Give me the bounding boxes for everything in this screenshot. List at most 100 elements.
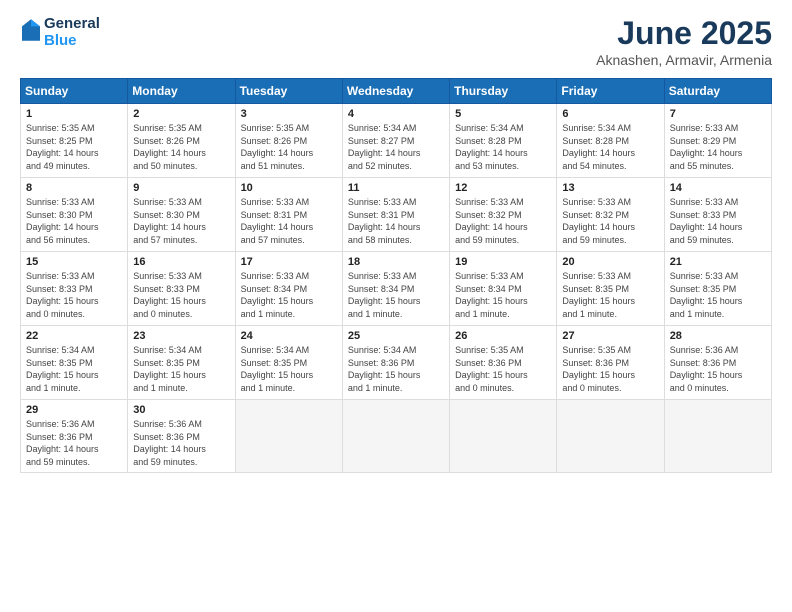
day-cell-8: 8Sunrise: 5:33 AM Sunset: 8:30 PM Daylig… — [21, 178, 128, 252]
day-info: Sunrise: 5:33 AM Sunset: 8:34 PM Dayligh… — [348, 270, 444, 320]
weekday-header-sunday: Sunday — [21, 79, 128, 104]
day-number: 29 — [26, 404, 122, 416]
day-info: Sunrise: 5:33 AM Sunset: 8:30 PM Dayligh… — [26, 196, 122, 246]
day-info: Sunrise: 5:35 AM Sunset: 8:26 PM Dayligh… — [241, 122, 337, 172]
day-number: 16 — [133, 256, 229, 268]
logo: General Blue — [20, 15, 100, 50]
day-cell-23: 23Sunrise: 5:34 AM Sunset: 8:35 PM Dayli… — [128, 326, 235, 400]
logo-icon — [22, 19, 40, 41]
day-number: 17 — [241, 256, 337, 268]
day-cell-27: 27 Sunrise: 5:35 AM Sunset: 8:36 PM Dayli… — [557, 326, 664, 400]
day-info: Sunrise: 5:33 AM Sunset: 8:29 PM Dayligh… — [670, 122, 766, 172]
day-cell-3: 3 Sunrise: 5:35 AM Sunset: 8:26 PM Daylig… — [235, 104, 342, 178]
day-number: 25 — [348, 330, 444, 342]
day-cell-28: 28 Sunrise: 5:36 AM Sunset: 8:36 PM Dayli… — [664, 326, 771, 400]
day-info: Sunrise: 5:33 AM Sunset: 8:31 PM Dayligh… — [348, 196, 444, 246]
month-year: June 2025 — [596, 15, 772, 52]
day-cell-29: 29 Sunrise: 5:36 AM Sunset: 8:36 PM Dayli… — [21, 400, 128, 473]
day-number: 3 — [241, 108, 337, 120]
day-info: Sunrise: 5:34 AM Sunset: 8:28 PM Dayligh… — [562, 122, 658, 172]
day-number: 18 — [348, 256, 444, 268]
day-cell-5: 5Sunrise: 5:34 AM Sunset: 8:28 PM Daylig… — [450, 104, 557, 178]
day-cell-24: 24 Sunrise: 5:34 AM Sunset: 8:35 PM Dayli… — [235, 326, 342, 400]
day-cell-18: 18 Sunrise: 5:33 AM Sunset: 8:34 PM Dayli… — [342, 252, 449, 326]
day-cell-1: 1 Sunrise: 5:35 AM Sunset: 8:25 PM Daylig… — [21, 104, 128, 178]
day-cell-19: 19Sunrise: 5:33 AM Sunset: 8:34 PM Dayli… — [450, 252, 557, 326]
week-row-5: 29 Sunrise: 5:36 AM Sunset: 8:36 PM Dayli… — [21, 400, 772, 473]
day-cell-17: 17 Sunrise: 5:33 AM Sunset: 8:34 PM Dayli… — [235, 252, 342, 326]
day-info: Sunrise: 5:34 AM Sunset: 8:27 PM Dayligh… — [348, 122, 444, 172]
day-cell-7: 7 Sunrise: 5:33 AM Sunset: 8:29 PM Daylig… — [664, 104, 771, 178]
empty-cell — [450, 400, 557, 473]
day-info: Sunrise: 5:33 AM Sunset: 8:34 PM Dayligh… — [241, 270, 337, 320]
day-info: Sunrise: 5:35 AM Sunset: 8:36 PM Dayligh… — [562, 344, 658, 394]
weekday-header-thursday: Thursday — [450, 79, 557, 104]
day-number: 11 — [348, 182, 444, 194]
day-number: 22 — [26, 330, 122, 342]
day-number: 14 — [670, 182, 766, 194]
weekday-header-saturday: Saturday — [664, 79, 771, 104]
day-info: Sunrise: 5:34 AM Sunset: 8:35 PM Dayligh… — [241, 344, 337, 394]
day-cell-4: 4 Sunrise: 5:34 AM Sunset: 8:27 PM Daylig… — [342, 104, 449, 178]
logo-blue: Blue — [44, 32, 100, 49]
day-cell-15: 15 Sunrise: 5:33 AM Sunset: 8:33 PM Dayli… — [21, 252, 128, 326]
day-number: 9 — [133, 182, 229, 194]
day-number: 7 — [670, 108, 766, 120]
location: Aknashen, Armavir, Armenia — [596, 52, 772, 68]
day-number: 2 — [133, 108, 229, 120]
day-info: Sunrise: 5:34 AM Sunset: 8:35 PM Dayligh… — [26, 344, 122, 394]
day-number: 12 — [455, 182, 551, 194]
day-cell-20: 20Sunrise: 5:33 AM Sunset: 8:35 PM Dayli… — [557, 252, 664, 326]
title-block: June 2025 Aknashen, Armavir, Armenia — [596, 15, 772, 68]
page: General Blue June 2025 Aknashen, Armavir… — [0, 0, 792, 612]
day-info: Sunrise: 5:35 AM Sunset: 8:25 PM Dayligh… — [26, 122, 122, 172]
day-info: Sunrise: 5:33 AM Sunset: 8:34 PM Dayligh… — [455, 270, 551, 320]
day-info: Sunrise: 5:35 AM Sunset: 8:26 PM Dayligh… — [133, 122, 229, 172]
day-cell-14: 14Sunrise: 5:33 AM Sunset: 8:33 PM Dayli… — [664, 178, 771, 252]
day-cell-30: 30Sunrise: 5:36 AM Sunset: 8:36 PM Dayli… — [128, 400, 235, 473]
day-number: 24 — [241, 330, 337, 342]
day-info: Sunrise: 5:33 AM Sunset: 8:31 PM Dayligh… — [241, 196, 337, 246]
day-cell-25: 25 Sunrise: 5:34 AM Sunset: 8:36 PM Dayli… — [342, 326, 449, 400]
day-cell-16: 16 Sunrise: 5:33 AM Sunset: 8:33 PM Dayli… — [128, 252, 235, 326]
day-info: Sunrise: 5:35 AM Sunset: 8:36 PM Dayligh… — [455, 344, 551, 394]
day-number: 10 — [241, 182, 337, 194]
weekday-header-tuesday: Tuesday — [235, 79, 342, 104]
day-number: 15 — [26, 256, 122, 268]
day-info: Sunrise: 5:36 AM Sunset: 8:36 PM Dayligh… — [133, 418, 229, 468]
day-info: Sunrise: 5:33 AM Sunset: 8:32 PM Dayligh… — [455, 196, 551, 246]
day-info: Sunrise: 5:36 AM Sunset: 8:36 PM Dayligh… — [670, 344, 766, 394]
weekday-header-friday: Friday — [557, 79, 664, 104]
day-info: Sunrise: 5:33 AM Sunset: 8:35 PM Dayligh… — [562, 270, 658, 320]
weekday-header-row: SundayMondayTuesdayWednesdayThursdayFrid… — [21, 79, 772, 104]
week-row-1: 1 Sunrise: 5:35 AM Sunset: 8:25 PM Daylig… — [21, 104, 772, 178]
day-cell-2: 2 Sunrise: 5:35 AM Sunset: 8:26 PM Daylig… — [128, 104, 235, 178]
day-number: 1 — [26, 108, 122, 120]
day-info: Sunrise: 5:33 AM Sunset: 8:33 PM Dayligh… — [26, 270, 122, 320]
day-number: 6 — [562, 108, 658, 120]
day-info: Sunrise: 5:33 AM Sunset: 8:32 PM Dayligh… — [562, 196, 658, 246]
day-info: Sunrise: 5:33 AM Sunset: 8:33 PM Dayligh… — [133, 270, 229, 320]
day-cell-26: 26 Sunrise: 5:35 AM Sunset: 8:36 PM Dayli… — [450, 326, 557, 400]
header: General Blue June 2025 Aknashen, Armavir… — [20, 15, 772, 68]
day-number: 27 — [562, 330, 658, 342]
day-number: 26 — [455, 330, 551, 342]
day-info: Sunrise: 5:36 AM Sunset: 8:36 PM Dayligh… — [26, 418, 122, 468]
day-number: 4 — [348, 108, 444, 120]
week-row-2: 8Sunrise: 5:33 AM Sunset: 8:30 PM Daylig… — [21, 178, 772, 252]
day-number: 23 — [133, 330, 229, 342]
day-number: 28 — [670, 330, 766, 342]
day-number: 21 — [670, 256, 766, 268]
calendar-table: SundayMondayTuesdayWednesdayThursdayFrid… — [20, 78, 772, 473]
day-cell-12: 12 Sunrise: 5:33 AM Sunset: 8:32 PM Dayli… — [450, 178, 557, 252]
day-info: Sunrise: 5:34 AM Sunset: 8:28 PM Dayligh… — [455, 122, 551, 172]
day-cell-21: 21Sunrise: 5:33 AM Sunset: 8:35 PM Dayli… — [664, 252, 771, 326]
week-row-3: 15 Sunrise: 5:33 AM Sunset: 8:33 PM Dayli… — [21, 252, 772, 326]
empty-cell — [235, 400, 342, 473]
day-cell-6: 6 Sunrise: 5:34 AM Sunset: 8:28 PM Daylig… — [557, 104, 664, 178]
empty-cell — [557, 400, 664, 473]
empty-cell — [664, 400, 771, 473]
logo-general: General — [44, 15, 100, 32]
day-info: Sunrise: 5:34 AM Sunset: 8:36 PM Dayligh… — [348, 344, 444, 394]
weekday-header-wednesday: Wednesday — [342, 79, 449, 104]
